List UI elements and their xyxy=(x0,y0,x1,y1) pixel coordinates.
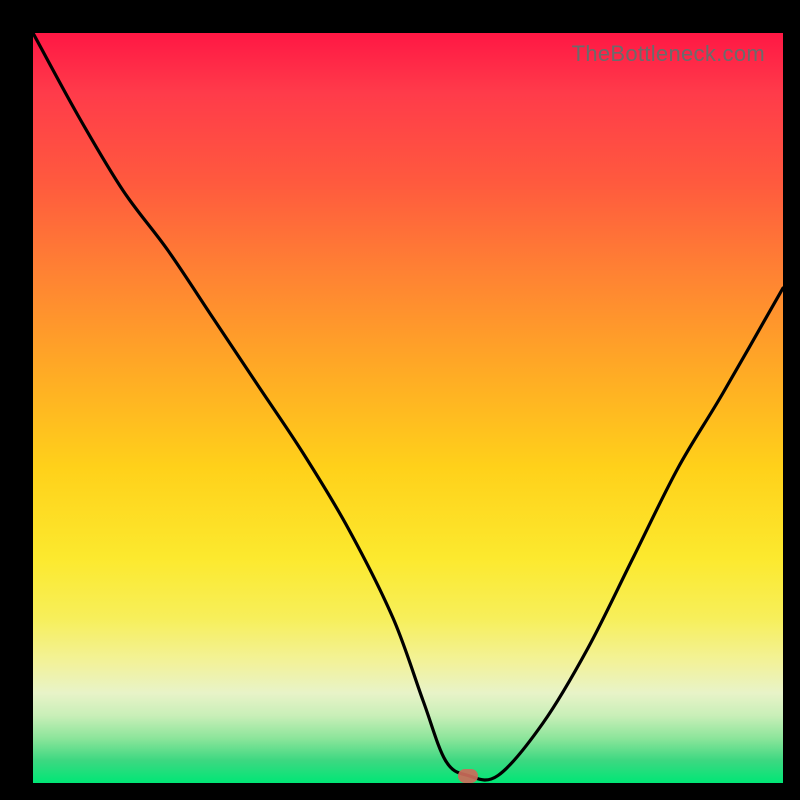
plot-area: TheBottleneck.com xyxy=(33,33,783,783)
bottleneck-curve xyxy=(33,33,783,783)
optimal-point-marker xyxy=(458,769,478,783)
chart-container: TheBottleneck.com xyxy=(0,0,800,800)
